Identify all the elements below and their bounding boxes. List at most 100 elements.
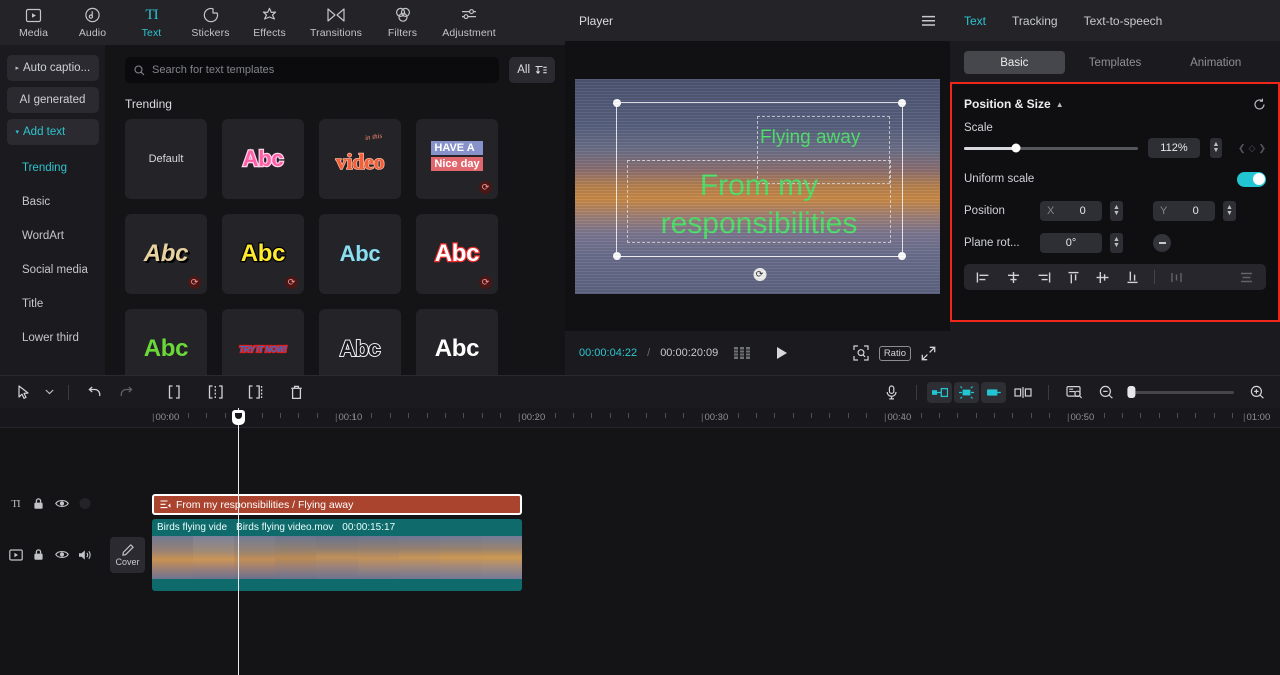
timeline-zoom-knob[interactable] bbox=[1127, 386, 1136, 398]
split-icon[interactable] bbox=[161, 379, 191, 405]
top-nav-audio[interactable]: Audio bbox=[65, 1, 120, 44]
uniform-scale-toggle[interactable] bbox=[1237, 171, 1266, 187]
template-cell-abc-pink[interactable]: Abc bbox=[222, 119, 304, 199]
mute-icon-placeholder[interactable] bbox=[77, 496, 92, 511]
align-center-vertical-icon[interactable] bbox=[1090, 266, 1117, 288]
delete-icon[interactable] bbox=[281, 379, 311, 405]
template-cell-have-a-nice-day[interactable]: HAVE A Nice day ⟳ bbox=[416, 119, 498, 199]
top-nav-transitions[interactable]: Transitions bbox=[301, 1, 371, 44]
microphone-icon[interactable] bbox=[876, 379, 906, 405]
sidebar-item-trending[interactable]: Trending bbox=[0, 151, 105, 185]
auto-fit-right-toggle[interactable] bbox=[981, 381, 1006, 403]
top-nav-text[interactable]: TI Text bbox=[124, 1, 179, 44]
timeline-zoom-slider[interactable] bbox=[1127, 386, 1234, 398]
lock-icon[interactable] bbox=[31, 547, 46, 562]
transition-mode-icon[interactable] bbox=[1008, 379, 1038, 405]
visibility-icon[interactable] bbox=[54, 496, 69, 511]
rotation-dial[interactable] bbox=[1153, 234, 1171, 252]
tab-text[interactable]: Text bbox=[964, 14, 986, 28]
scale-slider[interactable] bbox=[964, 143, 1138, 153]
timeline-text-clip[interactable]: From my responsibilities / Flying away bbox=[152, 494, 522, 515]
search-input[interactable]: Search for text templates bbox=[125, 57, 500, 83]
undo-icon[interactable] bbox=[79, 379, 109, 405]
distribute-vertical-icon[interactable] bbox=[1233, 266, 1260, 288]
top-nav-adjustment[interactable]: Adjustment bbox=[434, 1, 504, 44]
sidebar-item-lower-third[interactable]: Lower third bbox=[0, 321, 105, 355]
scale-slider-knob[interactable] bbox=[1011, 143, 1021, 153]
segment-animation[interactable]: Animation bbox=[1165, 51, 1266, 74]
player-menu-icon[interactable] bbox=[921, 15, 936, 27]
top-nav-effects[interactable]: Effects bbox=[242, 1, 297, 44]
template-cell-abc-gold[interactable]: Abc ⟳ bbox=[125, 214, 207, 294]
download-icon[interactable]: ⟳ bbox=[285, 276, 298, 289]
select-tool-icon[interactable] bbox=[8, 379, 38, 405]
timeline-playhead[interactable] bbox=[232, 408, 245, 675]
trim-right-icon[interactable] bbox=[241, 379, 271, 405]
rotation-stepper[interactable]: ▲ ▼ bbox=[1110, 233, 1123, 253]
position-y-field[interactable]: Y 0 bbox=[1153, 201, 1215, 221]
redo-icon[interactable] bbox=[111, 379, 141, 405]
segment-templates[interactable]: Templates bbox=[1065, 51, 1166, 74]
keyframe-next-icon[interactable]: ❯ bbox=[1258, 143, 1266, 154]
template-cell-abc-red[interactable]: Abc ⟳ bbox=[416, 214, 498, 294]
template-cell-abc-yellow[interactable]: Abc ⟳ bbox=[222, 214, 304, 294]
align-bottom-icon[interactable] bbox=[1119, 266, 1146, 288]
trim-left-icon[interactable] bbox=[201, 379, 231, 405]
resize-handle-top-right[interactable] bbox=[898, 98, 906, 107]
align-center-horizontal-icon[interactable] bbox=[1000, 266, 1027, 288]
sidebar-item-wordart[interactable]: WordArt bbox=[0, 219, 105, 253]
visibility-icon[interactable] bbox=[54, 547, 69, 562]
timeline-video-clip[interactable]: Birds flying vide Birds flying video.mov… bbox=[152, 519, 522, 591]
download-icon[interactable]: ⟳ bbox=[479, 276, 492, 289]
position-x-stepper[interactable]: ▲ ▼ bbox=[1110, 201, 1123, 221]
align-right-icon[interactable] bbox=[1030, 266, 1057, 288]
keyframe-add-icon[interactable]: ◇ bbox=[1249, 143, 1256, 154]
resize-handle-bottom-left[interactable] bbox=[613, 251, 621, 260]
top-nav-media[interactable]: Media bbox=[6, 1, 61, 44]
position-x-field[interactable]: X 0 bbox=[1040, 201, 1102, 221]
top-nav-filters[interactable]: Filters bbox=[375, 1, 430, 44]
playhead-knob[interactable] bbox=[232, 410, 245, 425]
zoom-in-icon[interactable] bbox=[1242, 379, 1272, 405]
fullscreen-icon[interactable] bbox=[921, 346, 936, 361]
distribute-horizontal-icon[interactable] bbox=[1163, 266, 1190, 288]
position-y-stepper[interactable]: ▲ ▼ bbox=[1223, 201, 1236, 221]
sidebar-add-text[interactable]: ▾ Add text bbox=[6, 119, 99, 145]
auto-fit-center-toggle[interactable] bbox=[954, 381, 979, 403]
filter-all-button[interactable]: All bbox=[509, 57, 555, 83]
scale-stepper[interactable]: ▲ ▼ bbox=[1209, 138, 1222, 158]
align-top-icon[interactable] bbox=[1060, 266, 1087, 288]
volume-icon[interactable] bbox=[77, 547, 92, 562]
download-icon[interactable]: ⟳ bbox=[479, 181, 492, 194]
chevron-up-icon[interactable]: ▲ bbox=[1056, 100, 1064, 109]
play-button[interactable] bbox=[775, 346, 788, 360]
sidebar-auto-captions[interactable]: ▸ Auto captio... bbox=[6, 55, 99, 81]
sidebar-item-basic[interactable]: Basic bbox=[0, 185, 105, 219]
resize-handle-top-left[interactable] bbox=[613, 98, 621, 107]
reset-icon[interactable] bbox=[1253, 98, 1266, 111]
segment-basic[interactable]: Basic bbox=[964, 51, 1065, 74]
template-cell-video[interactable]: in this video bbox=[319, 119, 401, 199]
tab-tracking[interactable]: Tracking bbox=[1012, 14, 1058, 28]
video-canvas[interactable]: Flying away From my responsibilities ⟳ bbox=[575, 78, 940, 294]
align-left-icon[interactable] bbox=[970, 266, 997, 288]
tab-text-to-speech[interactable]: Text-to-speech bbox=[1084, 14, 1163, 28]
thumbnail-view-icon[interactable] bbox=[1059, 379, 1089, 405]
tool-dropdown-icon[interactable] bbox=[40, 379, 58, 405]
top-nav-stickers[interactable]: Stickers bbox=[183, 1, 238, 44]
rotate-handle-icon[interactable]: ⟳ bbox=[753, 267, 766, 281]
sidebar-item-social-media[interactable]: Social media bbox=[0, 253, 105, 287]
sidebar-ai-generated[interactable]: AI generated bbox=[6, 87, 99, 113]
zoom-fit-icon[interactable] bbox=[853, 345, 869, 361]
lock-icon[interactable] bbox=[31, 496, 46, 511]
timeline-ruler[interactable]: 00:00 00:10 00:20 00:30 00:40 00:50 01:0… bbox=[0, 408, 1280, 428]
selection-box[interactable]: ⟳ bbox=[613, 98, 906, 281]
rotation-field[interactable]: 0° bbox=[1040, 233, 1102, 253]
cover-button[interactable]: Cover bbox=[110, 537, 145, 573]
scale-value[interactable]: 112% bbox=[1147, 138, 1200, 158]
download-icon[interactable]: ⟳ bbox=[188, 276, 201, 289]
auto-fit-left-toggle[interactable] bbox=[927, 381, 952, 403]
template-cell-default[interactable]: Default bbox=[125, 119, 207, 199]
sidebar-item-title[interactable]: Title bbox=[0, 287, 105, 321]
keyframe-prev-icon[interactable]: ❮ bbox=[1238, 143, 1246, 154]
